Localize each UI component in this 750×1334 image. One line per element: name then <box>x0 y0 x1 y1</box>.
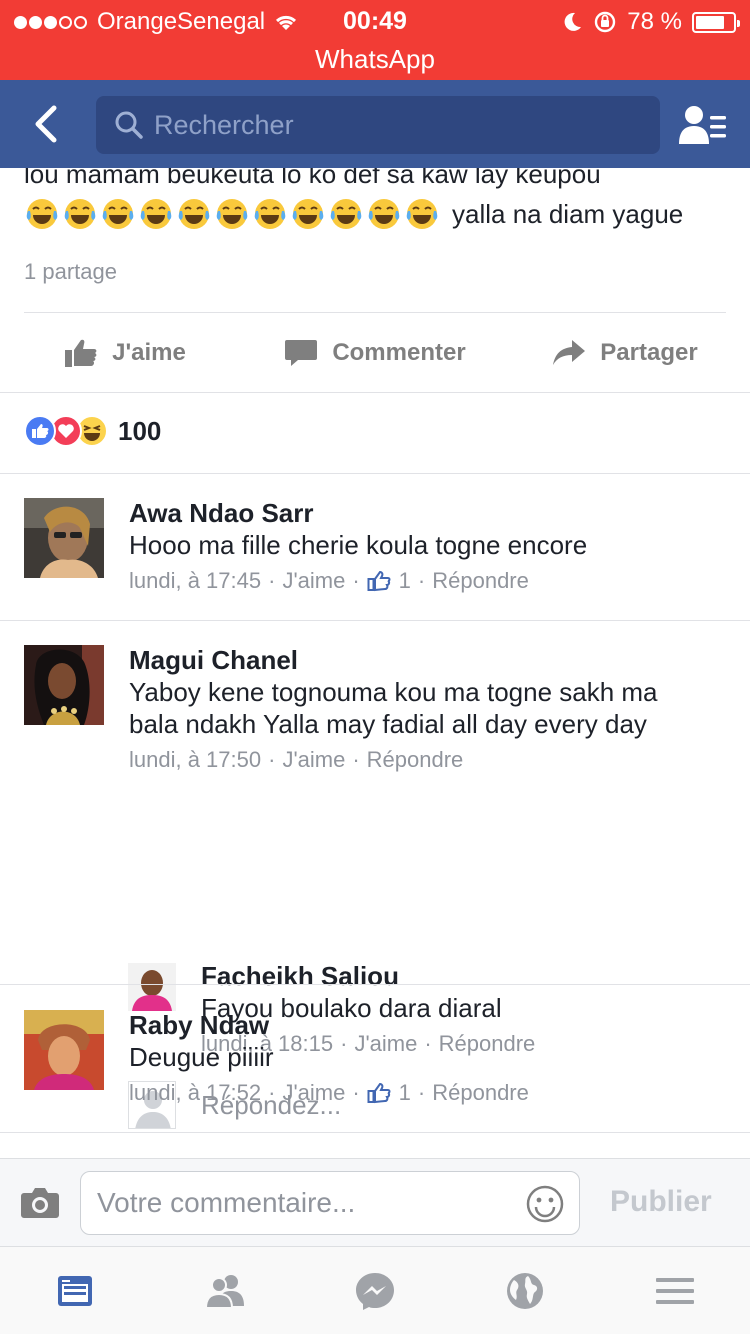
comment-body: Awa Ndao Sarr Hooo ma fille cherie koula… <box>129 497 587 599</box>
divider <box>0 473 750 474</box>
tears-of-joy-emoji-icon <box>406 199 438 229</box>
comment-label: Commenter <box>332 339 466 366</box>
like-reaction-icon <box>24 415 56 447</box>
nav-bar <box>0 80 750 168</box>
search-icon <box>115 111 143 139</box>
divider <box>0 1132 750 1133</box>
tab-news-feed[interactable] <box>0 1247 150 1334</box>
friends-icon <box>204 1274 244 1309</box>
like-count-thumb-icon <box>367 1082 391 1104</box>
tears-of-joy-emoji-icon <box>64 199 96 229</box>
divider <box>0 392 750 393</box>
comment-like-link[interactable]: J'aime <box>282 563 345 599</box>
like-count-thumb-icon <box>367 570 391 592</box>
avatar[interactable] <box>24 1010 104 1090</box>
tab-friends[interactable] <box>150 1247 300 1334</box>
divider <box>0 620 750 621</box>
comment-meta: lundi, à 17:45 · J'aime · 1 · Répondre <box>129 563 587 599</box>
like-label: J'aime <box>112 339 186 366</box>
camera-icon[interactable] <box>20 1185 60 1219</box>
post-detail: lou mamam beukeuta lo ko def sa kaw lay … <box>0 168 750 1158</box>
comment-composer: Publier <box>0 1158 750 1246</box>
avatar[interactable] <box>24 498 104 578</box>
share-count[interactable]: 1 partage <box>24 259 117 285</box>
moon-icon <box>564 12 582 31</box>
tab-menu[interactable] <box>600 1247 750 1334</box>
status-right: 78 % <box>563 8 740 36</box>
comment-time: lundi, à 17:45 <box>129 568 262 593</box>
messenger-icon <box>356 1272 394 1310</box>
comment-text-line: bala ndakh Yalla may fadial all day ever… <box>129 709 647 739</box>
search-bar[interactable] <box>96 96 660 154</box>
comment-text: Deugue piiiir <box>129 1042 274 1072</box>
avatar[interactable] <box>24 645 104 725</box>
comment-button[interactable]: Commenter <box>250 313 500 393</box>
comment-like-link[interactable]: J'aime <box>282 742 345 778</box>
comment-input[interactable] <box>97 1187 517 1219</box>
reply-avatar[interactable] <box>128 963 176 1011</box>
comment-author[interactable]: Awa Ndao Sarr <box>129 497 587 529</box>
tears-of-joy-emoji-icon <box>26 199 58 229</box>
rotation-lock-icon <box>595 11 616 33</box>
emoji-row <box>24 196 440 232</box>
tab-messenger[interactable] <box>300 1247 450 1334</box>
friend-requests-icon[interactable] <box>678 104 728 146</box>
comment-body: Raby Ndaw Deugue piiiir lundi, à 17:52 · … <box>129 1009 529 1111</box>
status-bar: OrangeSenegal 00:49 78 % WhatsApp <box>0 0 750 80</box>
reaction-count: 100 <box>118 415 162 446</box>
comment-text-line: Yaboy kene tognouma kou ma togne sakh ma <box>129 677 658 707</box>
battery-icon <box>692 11 740 33</box>
publish-button[interactable]: Publier <box>610 1185 712 1219</box>
comment-author[interactable]: Magui Chanel <box>129 644 658 676</box>
comment-like-count: 1 <box>398 1080 411 1105</box>
reply-author[interactable]: Facheikh Saliou <box>201 960 535 992</box>
post-actions: J'aime Commenter Partager <box>0 313 750 393</box>
battery-fill <box>696 15 725 29</box>
share-label: Partager <box>600 339 698 366</box>
back-to-app-link[interactable]: WhatsApp <box>0 44 750 75</box>
tears-of-joy-emoji-icon <box>368 199 400 229</box>
tears-of-joy-emoji-icon <box>292 199 324 229</box>
comment-text: Hooo ma fille cherie koula togne encore <box>129 530 588 560</box>
post-text-line: yalla na diam yague <box>24 194 726 234</box>
post-text-tail: yalla na diam yague <box>452 199 684 229</box>
comment-meta: lundi, à 17:50 · J'aime · Répondre <box>129 742 658 778</box>
tab-bar <box>0 1246 750 1334</box>
news-feed-icon <box>58 1275 92 1306</box>
tears-of-joy-emoji-icon <box>178 199 210 229</box>
comment-meta: lundi, à 17:52 · J'aime · 1 · Répondre <box>129 1075 529 1111</box>
comment-field[interactable] <box>80 1171 580 1235</box>
tears-of-joy-emoji-icon <box>102 199 134 229</box>
tab-notifications[interactable] <box>450 1247 600 1334</box>
search-input[interactable] <box>154 109 634 141</box>
comment-reply-link[interactable]: Répondre <box>367 742 464 778</box>
hamburger-menu-icon <box>656 1277 694 1304</box>
thumbs-up-icon <box>65 339 97 367</box>
globe-icon <box>507 1272 543 1309</box>
share-button[interactable]: Partager <box>500 313 750 393</box>
tears-of-joy-emoji-icon <box>330 199 362 229</box>
comment-like-count: 1 <box>398 568 411 593</box>
comment-time: lundi, à 17:52 <box>129 1080 262 1105</box>
back-chevron-icon[interactable] <box>26 100 66 148</box>
comment-reply-link[interactable]: Répondre <box>432 1075 529 1111</box>
comment-like-link[interactable]: J'aime <box>282 1075 345 1111</box>
comment-reply-link[interactable]: Répondre <box>432 563 529 599</box>
share-arrow-icon <box>553 340 586 365</box>
comment-body: Magui Chanel Yaboy kene tognouma kou ma … <box>129 644 658 778</box>
comment-bubble-icon <box>285 340 318 366</box>
tears-of-joy-emoji-icon <box>140 199 172 229</box>
reactions-summary[interactable]: 100 <box>24 415 161 447</box>
post-text-line: lou mamam beukeuta lo ko def sa kaw lay … <box>24 168 601 189</box>
comment-time: lundi, à 17:50 <box>129 747 262 772</box>
tears-of-joy-emoji-icon <box>216 199 248 229</box>
emoji-picker-icon[interactable] <box>525 1184 565 1224</box>
tears-of-joy-emoji-icon <box>254 199 286 229</box>
comment-author[interactable]: Raby Ndaw <box>129 1009 529 1041</box>
battery-percent: 78 % <box>627 8 682 35</box>
divider <box>0 984 750 985</box>
like-button[interactable]: J'aime <box>0 313 250 393</box>
